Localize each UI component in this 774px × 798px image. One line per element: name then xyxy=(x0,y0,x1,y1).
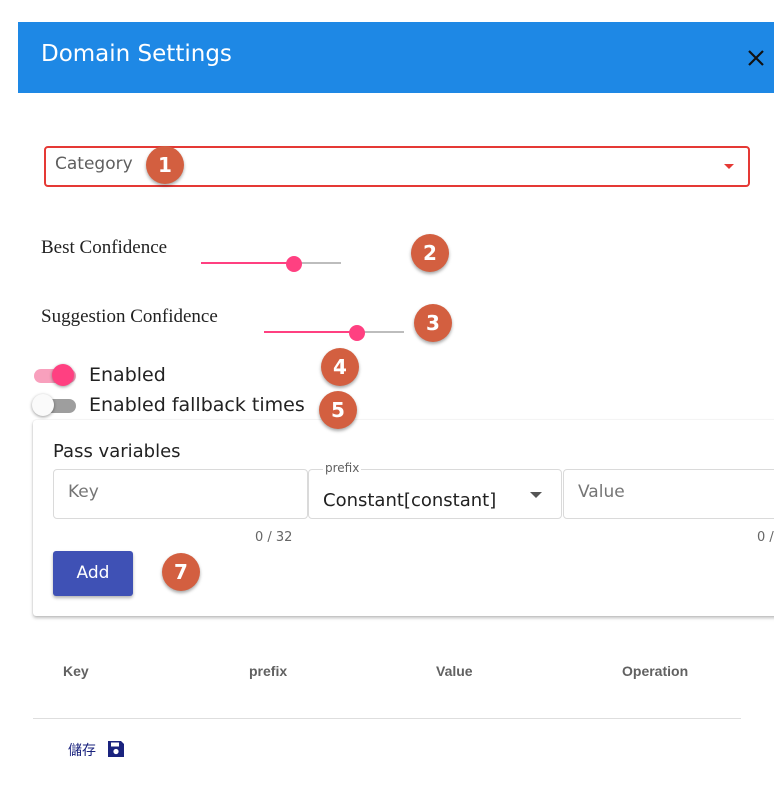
prefix-value: Constant[constant] xyxy=(323,490,497,511)
key-counter: 0 / 32 xyxy=(255,530,293,545)
prefix-label: prefix xyxy=(323,461,362,475)
toggle-knob xyxy=(32,394,54,416)
enabled-label: Enabled xyxy=(89,364,166,386)
table-header-value: Value xyxy=(436,663,473,679)
save-icon[interactable] xyxy=(106,739,126,759)
slider-thumb[interactable] xyxy=(349,325,365,341)
pass-variables-title: Pass variables xyxy=(53,441,181,462)
annotation-badge: 2 xyxy=(411,234,449,272)
fallback-label: Enabled fallback times xyxy=(89,394,305,416)
add-button[interactable]: Add xyxy=(53,551,133,596)
annotation-badge: 1 xyxy=(146,146,184,184)
category-placeholder: Category xyxy=(55,154,133,174)
suggestion-confidence-slider[interactable] xyxy=(264,325,404,341)
toggle-knob xyxy=(52,364,74,386)
annotation-badge: 4 xyxy=(321,348,359,386)
annotation-badge: 3 xyxy=(414,304,452,342)
annotation-badge: 5 xyxy=(319,391,357,429)
chevron-down-icon xyxy=(724,164,734,169)
key-input[interactable]: Key xyxy=(53,469,308,519)
chevron-down-icon xyxy=(530,492,542,498)
enabled-toggle[interactable] xyxy=(32,364,78,386)
suggestion-confidence-label: Suggestion Confidence xyxy=(41,306,218,327)
close-icon[interactable] xyxy=(745,47,767,69)
best-confidence-slider[interactable] xyxy=(201,256,341,272)
slider-thumb[interactable] xyxy=(286,256,302,272)
table-divider xyxy=(33,718,741,719)
save-button[interactable]: 儲存 xyxy=(68,740,96,760)
dialog-title: Domain Settings xyxy=(41,41,232,67)
prefix-select[interactable]: prefix Constant[constant] xyxy=(308,461,562,519)
table-header-prefix: prefix xyxy=(249,663,288,679)
best-confidence-label: Best Confidence xyxy=(41,237,168,258)
value-input[interactable]: Value xyxy=(563,469,774,519)
value-placeholder: Value xyxy=(578,482,625,502)
fallback-toggle[interactable] xyxy=(32,394,78,416)
dialog-header: Domain Settings xyxy=(18,22,774,93)
value-counter: 0 / xyxy=(757,530,774,545)
key-placeholder: Key xyxy=(68,482,99,502)
table-header-operation: Operation xyxy=(622,663,689,679)
slider-fill xyxy=(264,331,357,333)
table-header-key: Key xyxy=(63,663,89,679)
slider-fill xyxy=(201,262,294,264)
annotation-badge: 7 xyxy=(162,553,200,591)
